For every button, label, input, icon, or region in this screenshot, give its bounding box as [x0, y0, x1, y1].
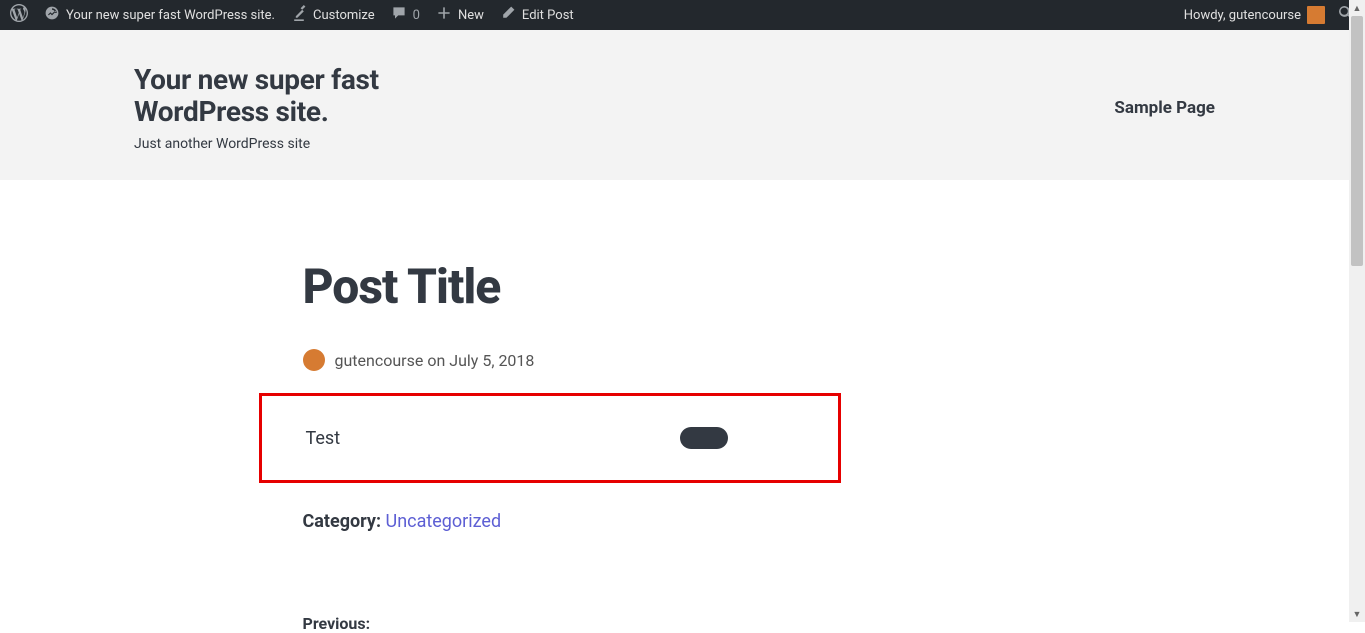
post-byline: gutencourse on July 5, 2018: [335, 351, 535, 370]
category-link[interactable]: Uncategorized: [386, 511, 502, 532]
customize-menu[interactable]: Customize: [283, 0, 383, 30]
site-header: Your new super fast WordPress site. Just…: [0, 30, 1365, 180]
vertical-scrollbar[interactable]: ▲ ▼: [1349, 0, 1365, 622]
wordpress-logo-icon: [10, 4, 28, 26]
comments-menu[interactable]: 0: [383, 0, 428, 30]
site-branding: Your new super fast WordPress site. Just…: [134, 64, 494, 152]
admin-bar-right: Howdy, gutencourse: [1176, 0, 1359, 30]
new-label: New: [458, 8, 484, 23]
paintbrush-icon: [291, 5, 307, 25]
site-name-menu[interactable]: Your new super fast WordPress site.: [36, 0, 283, 30]
scroll-down-arrow-icon[interactable]: ▼: [1349, 606, 1365, 622]
post-title: Post Title: [303, 258, 1063, 315]
comment-icon: [391, 5, 407, 25]
site-title[interactable]: Your new super fast WordPress site.: [134, 64, 494, 128]
edit-post-menu[interactable]: Edit Post: [492, 0, 582, 30]
pencil-icon: [500, 5, 516, 25]
new-menu[interactable]: New: [428, 0, 492, 30]
wp-admin-bar: Your new super fast WordPress site. Cust…: [0, 0, 1365, 30]
comments-count: 0: [413, 8, 420, 23]
post: Post Title gutencourse on July 5, 2018 T…: [303, 180, 1063, 633]
site-tagline: Just another WordPress site: [134, 136, 494, 152]
site-name-text: Your new super fast WordPress site.: [66, 8, 275, 23]
main-content: Post Title gutencourse on July 5, 2018 T…: [0, 180, 1365, 633]
post-content-text: Test: [306, 428, 341, 449]
scroll-thumb[interactable]: [1351, 16, 1363, 266]
category-label: Category:: [303, 511, 382, 532]
post-date[interactable]: July 5, 2018: [449, 351, 534, 370]
post-meta: gutencourse on July 5, 2018: [303, 349, 1063, 371]
scroll-up-arrow-icon[interactable]: ▲: [1349, 0, 1365, 16]
previous-nav-label[interactable]: Previous:: [303, 614, 1063, 633]
author-avatar: [303, 349, 325, 371]
post-on: on: [427, 351, 445, 370]
user-avatar-small: [1307, 6, 1325, 24]
admin-bar-left: Your new super fast WordPress site. Cust…: [2, 0, 582, 30]
post-categories: Category: Uncategorized: [303, 511, 1063, 532]
primary-nav: Sample Page: [1114, 98, 1215, 118]
edit-post-label: Edit Post: [522, 8, 574, 23]
nav-sample-page[interactable]: Sample Page: [1114, 98, 1215, 118]
wp-logo-menu[interactable]: [2, 0, 36, 30]
plus-icon: [436, 5, 452, 25]
howdy-text: Howdy, gutencourse: [1184, 8, 1301, 23]
dashboard-icon: [44, 5, 60, 25]
howdy-menu[interactable]: Howdy, gutencourse: [1176, 0, 1333, 30]
content-pill-shape: [680, 427, 728, 449]
customize-label: Customize: [313, 8, 375, 23]
post-author[interactable]: gutencourse: [335, 351, 424, 370]
highlighted-content-box: Test: [259, 393, 841, 483]
